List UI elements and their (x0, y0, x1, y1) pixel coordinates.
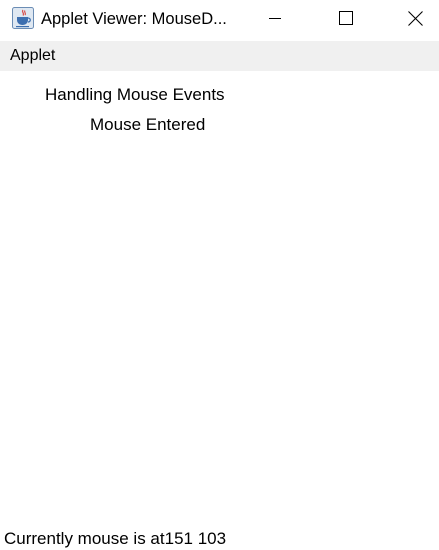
minimize-button[interactable] (252, 0, 298, 36)
mouse-event-message: Mouse Entered (90, 115, 206, 134)
applet-viewer-window: Applet Viewer: MouseD... Applet Handling… (0, 0, 439, 550)
window-title: Applet Viewer: MouseD... (41, 10, 227, 28)
maximize-button[interactable] (322, 0, 368, 36)
applet-canvas[interactable]: Handling Mouse Events Mouse Entered Curr… (0, 71, 439, 550)
applet-heading-text: Handling Mouse Events (45, 85, 225, 104)
close-button[interactable] (392, 0, 438, 36)
menu-bar: Applet (0, 41, 439, 71)
java-cup-icon (12, 7, 34, 29)
menu-applet[interactable]: Applet (4, 45, 61, 67)
mouse-position-status: Currently mouse is at151 103 (4, 529, 227, 548)
title-bar[interactable]: Applet Viewer: MouseD... (0, 0, 439, 38)
